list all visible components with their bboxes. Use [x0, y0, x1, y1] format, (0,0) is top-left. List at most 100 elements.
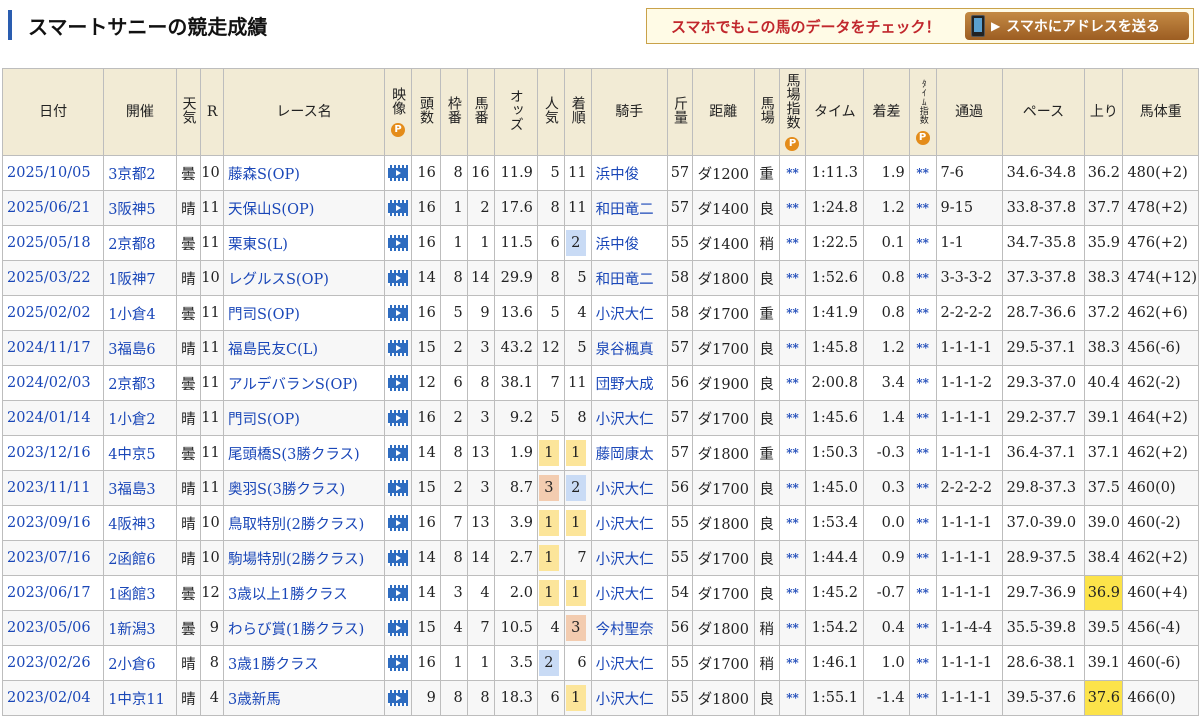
jockey-link[interactable]: 泉谷楓真 — [590, 330, 669, 366]
jockey-link[interactable]: 和田竜二 — [590, 190, 669, 226]
jockey-link[interactable]: 小沢大仁 — [590, 645, 669, 681]
jockey-link[interactable]: 小沢大仁 — [590, 540, 669, 576]
track-index-cell[interactable]: ** — [778, 435, 807, 471]
time-index-cell[interactable]: ** — [908, 260, 937, 296]
race-video-icon[interactable] — [384, 260, 412, 296]
time-index-cell[interactable]: ** — [908, 470, 937, 506]
video-icon[interactable] — [388, 480, 409, 496]
race-name-link[interactable]: 尾頭橋S(3勝クラス) — [222, 435, 386, 471]
time-index-cell[interactable]: ** — [908, 645, 937, 681]
time-index-cell[interactable]: ** — [908, 190, 937, 226]
time-index-cell[interactable]: ** — [908, 680, 937, 716]
race-name-link[interactable]: 奥羽S(3勝クラス) — [222, 470, 386, 506]
race-video-icon[interactable] — [384, 155, 412, 191]
track-index-cell[interactable]: ** — [778, 260, 807, 296]
race-video-icon[interactable] — [384, 330, 412, 366]
track-index-cell[interactable]: ** — [778, 155, 807, 191]
venue-link[interactable]: 1阪神7 — [103, 260, 177, 296]
jockey-link[interactable]: 小沢大仁 — [590, 400, 669, 436]
track-index-cell[interactable]: ** — [778, 645, 807, 681]
race-name-link[interactable]: わらび賞(1勝クラス) — [222, 610, 386, 646]
video-icon[interactable] — [388, 235, 409, 251]
race-name-link[interactable]: 3歳以上1勝クラス — [222, 575, 386, 611]
video-icon[interactable] — [388, 305, 409, 321]
time-index-cell[interactable]: ** — [908, 225, 937, 261]
jockey-link[interactable]: 小沢大仁 — [590, 680, 669, 716]
race-date-link[interactable]: 2023/07/16 — [1, 540, 105, 576]
race-name-link[interactable]: 門司S(OP) — [222, 295, 386, 331]
jockey-link[interactable]: 和田竜二 — [590, 260, 669, 296]
race-video-icon[interactable] — [384, 680, 412, 716]
race-date-link[interactable]: 2025/02/02 — [1, 295, 105, 331]
video-icon[interactable] — [388, 445, 409, 461]
venue-link[interactable]: 1新潟3 — [103, 610, 177, 646]
race-date-link[interactable]: 2023/02/26 — [1, 645, 105, 681]
time-index-cell[interactable]: ** — [908, 540, 937, 576]
race-video-icon[interactable] — [384, 645, 412, 681]
race-name-link[interactable]: 栗東S(L) — [222, 225, 386, 261]
track-index-cell[interactable]: ** — [778, 190, 807, 226]
jockey-link[interactable]: 小沢大仁 — [590, 575, 669, 611]
jockey-link[interactable]: 藤岡康太 — [590, 435, 669, 471]
venue-link[interactable]: 1小倉2 — [103, 400, 177, 436]
race-name-link[interactable]: 門司S(OP) — [222, 400, 386, 436]
track-index-cell[interactable]: ** — [778, 680, 807, 716]
venue-link[interactable]: 3福島3 — [103, 470, 177, 506]
time-index-cell[interactable]: ** — [908, 330, 937, 366]
premium-p-icon[interactable]: P — [785, 136, 800, 151]
venue-link[interactable]: 2京都3 — [103, 365, 177, 401]
track-index-cell[interactable]: ** — [778, 295, 807, 331]
venue-link[interactable]: 2小倉6 — [103, 645, 177, 681]
venue-link[interactable]: 2函館6 — [103, 540, 177, 576]
race-date-link[interactable]: 2023/06/17 — [1, 575, 105, 611]
venue-link[interactable]: 1小倉4 — [103, 295, 177, 331]
col-header-venue[interactable]: 開催 — [103, 68, 177, 156]
race-video-icon[interactable] — [384, 225, 412, 261]
video-icon[interactable] — [388, 655, 409, 671]
premium-p-icon[interactable]: P — [391, 122, 406, 137]
race-name-link[interactable]: 3歳新馬 — [222, 680, 386, 716]
premium-p-icon[interactable]: P — [915, 131, 930, 146]
race-name-link[interactable]: 駒場特別(2勝クラス) — [222, 540, 386, 576]
race-name-link[interactable]: レグルスS(OP) — [222, 260, 386, 296]
race-video-icon[interactable] — [384, 610, 412, 646]
video-icon[interactable] — [388, 620, 409, 636]
jockey-link[interactable]: 小沢大仁 — [590, 470, 669, 506]
race-date-link[interactable]: 2023/11/11 — [1, 470, 105, 506]
race-date-link[interactable]: 2024/01/14 — [1, 400, 105, 436]
time-index-cell[interactable]: ** — [908, 400, 937, 436]
video-icon[interactable] — [388, 340, 409, 356]
jockey-link[interactable]: 団野大成 — [590, 365, 669, 401]
track-index-cell[interactable]: ** — [778, 400, 807, 436]
video-icon[interactable] — [388, 270, 409, 286]
race-video-icon[interactable] — [384, 190, 412, 226]
race-date-link[interactable]: 2024/02/03 — [1, 365, 105, 401]
race-video-icon[interactable] — [384, 505, 412, 541]
track-index-cell[interactable]: ** — [778, 540, 807, 576]
venue-link[interactable]: 3福島6 — [103, 330, 177, 366]
race-date-link[interactable]: 2025/03/22 — [1, 260, 105, 296]
race-date-link[interactable]: 2024/11/17 — [1, 330, 105, 366]
race-video-icon[interactable] — [384, 540, 412, 576]
race-date-link[interactable]: 2023/09/16 — [1, 505, 105, 541]
jockey-link[interactable]: 小沢大仁 — [590, 295, 669, 331]
race-video-icon[interactable] — [384, 435, 412, 471]
race-name-link[interactable]: アルデバランS(OP) — [222, 365, 386, 401]
track-index-cell[interactable]: ** — [778, 365, 807, 401]
time-index-cell[interactable]: ** — [908, 155, 937, 191]
race-name-link[interactable]: 藤森S(OP) — [222, 155, 386, 191]
track-index-cell[interactable]: ** — [778, 225, 807, 261]
venue-link[interactable]: 1中京11 — [103, 680, 177, 716]
video-icon[interactable] — [388, 375, 409, 391]
race-name-link[interactable]: 福島民友C(L) — [222, 330, 386, 366]
venue-link[interactable]: 4阪神3 — [103, 505, 177, 541]
race-date-link[interactable]: 2025/06/21 — [1, 190, 105, 226]
venue-link[interactable]: 4中京5 — [103, 435, 177, 471]
race-date-link[interactable]: 2025/10/05 — [1, 155, 105, 191]
race-date-link[interactable]: 2023/12/16 — [1, 435, 105, 471]
race-video-icon[interactable] — [384, 295, 412, 331]
venue-link[interactable]: 3京都2 — [103, 155, 177, 191]
time-index-cell[interactable]: ** — [908, 610, 937, 646]
time-index-cell[interactable]: ** — [908, 575, 937, 611]
video-icon[interactable] — [388, 165, 409, 181]
